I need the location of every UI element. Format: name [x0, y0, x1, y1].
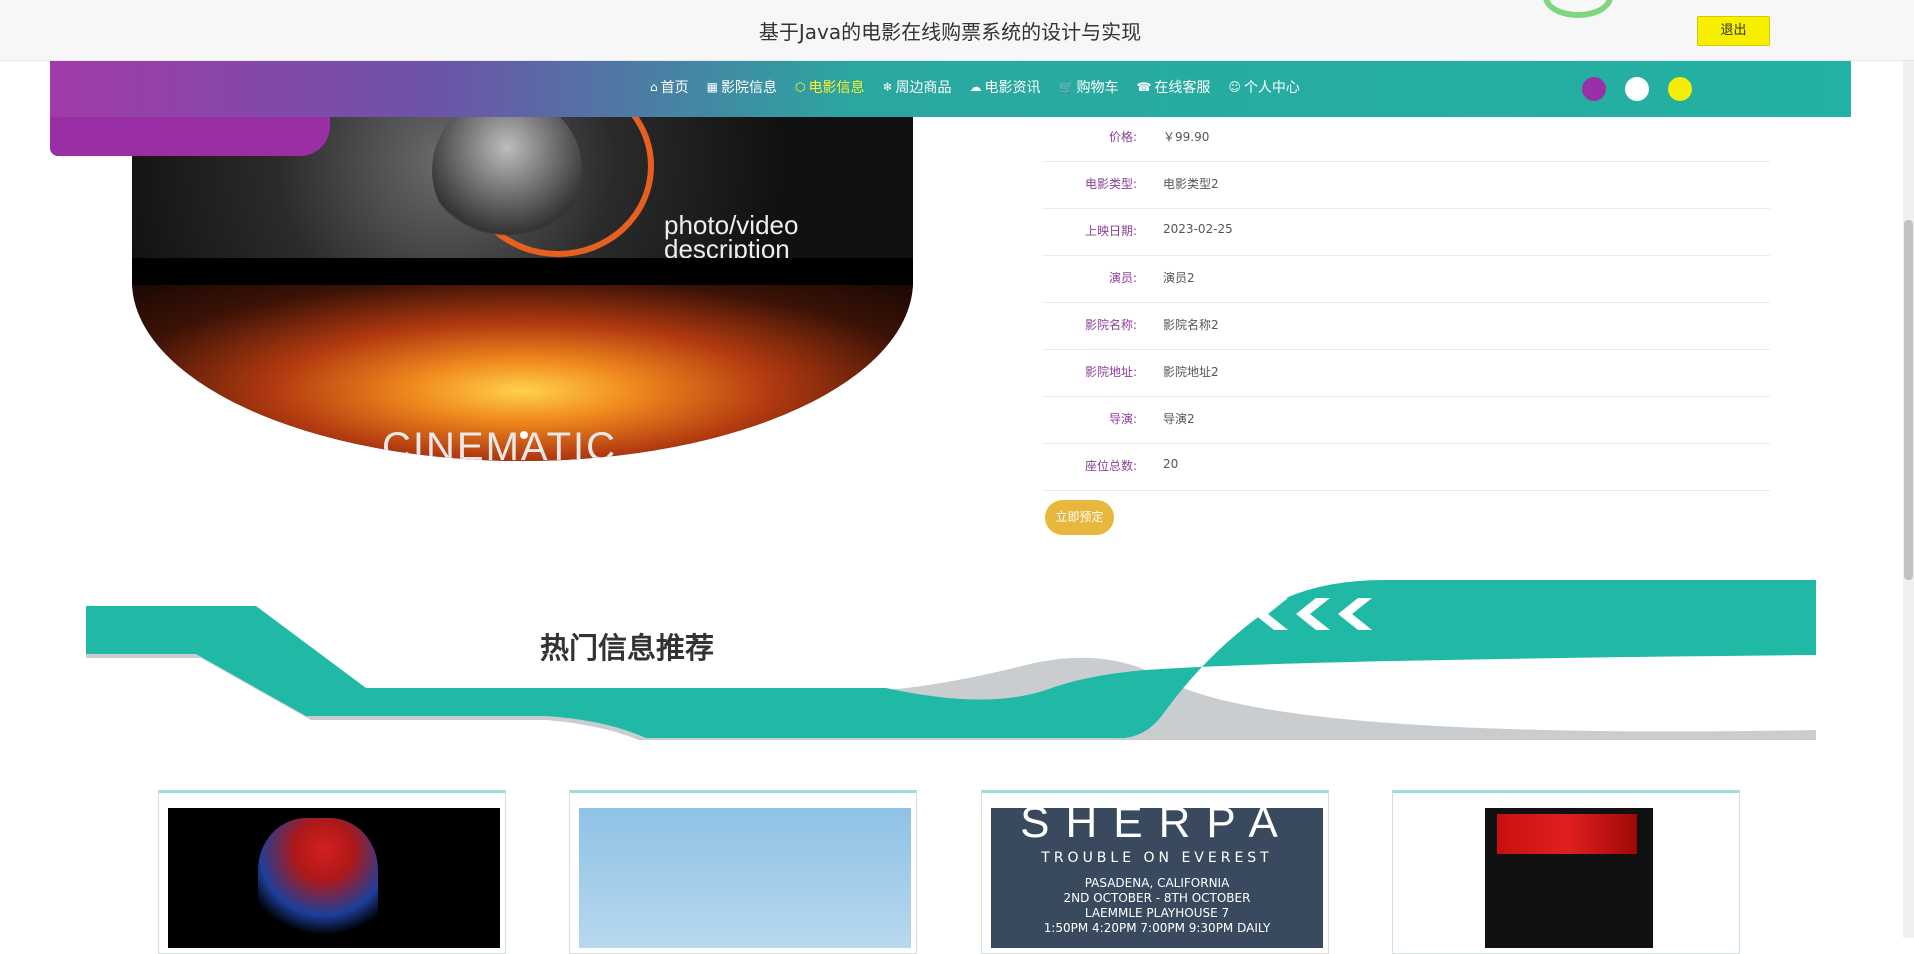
- nav-item-label: 影院信息: [720, 80, 777, 96]
- detail-label: 影院名称:: [1084, 318, 1137, 332]
- recommend-card[interactable]: [569, 790, 917, 954]
- detail-value: 2023-02-25: [1163, 222, 1233, 236]
- spider-figure: [258, 818, 378, 948]
- chevron-left-icon: [1338, 598, 1372, 630]
- detail-row: 上映日期: 2023-02-25: [1042, 209, 1770, 256]
- box-icon: ⬡: [794, 80, 806, 94]
- poster-line: LAEMMLE PLAYHOUSE 7: [1084, 906, 1230, 920]
- hero-fire-word: CINEMATIC: [382, 425, 618, 461]
- grid-icon: ▦: [706, 80, 718, 94]
- hero-caption: photo/video description: [664, 212, 798, 262]
- sherpa-poster: SHERPA TROUBLE ON EVEREST PASADENA, CALI…: [991, 808, 1323, 948]
- detail-value: 影院名称2: [1163, 318, 1219, 332]
- theme-color-yellow[interactable]: [1668, 77, 1692, 101]
- support-icon: ☎: [1136, 80, 1152, 94]
- detail-row: 座位总数: 20: [1042, 444, 1770, 491]
- sky-poster: [579, 808, 911, 948]
- scrollbar-thumb[interactable]: [1904, 220, 1913, 580]
- nav-item-user-center[interactable]: ☺ 个人中心: [1228, 77, 1300, 97]
- poster-line: PASADENA, CALIFORNIA: [1084, 876, 1230, 890]
- nav-item-label: 个人中心: [1243, 80, 1300, 96]
- nav-item-movie-info[interactable]: ⬡ 电影信息: [795, 77, 864, 97]
- nav-item-label: 在线客服: [1154, 80, 1211, 96]
- detail-row: 影院地址: 影院地址2: [1042, 350, 1770, 397]
- detail-row: 导演: 导演2: [1042, 397, 1770, 444]
- detail-row: 演员: 演员2: [1042, 256, 1770, 303]
- detail-label: 座位总数:: [1084, 459, 1137, 473]
- recommend-banner: [86, 580, 1816, 740]
- detail-label: 导演:: [1108, 412, 1137, 426]
- recommend-card[interactable]: SHERPA TROUBLE ON EVEREST PASADENA, CALI…: [981, 790, 1329, 954]
- detail-value: 电影类型2: [1163, 177, 1219, 191]
- detail-value: 演员2: [1163, 271, 1195, 285]
- detail-row: 电影类型: 电影类型2: [1042, 162, 1770, 209]
- snowflake-icon: ❄: [882, 80, 893, 94]
- detail-value: ￥99.90: [1163, 130, 1210, 144]
- detail-label: 影院地址:: [1084, 365, 1137, 379]
- nav-item-cart[interactable]: 🛒 购物车: [1059, 77, 1119, 97]
- chinese-poster-art: [1485, 808, 1653, 948]
- hero-band: [132, 258, 913, 285]
- spider-poster: [168, 808, 500, 948]
- nav-item-label: 周边商品: [895, 80, 952, 96]
- home-icon: ⌂: [650, 80, 658, 94]
- chat-icon: ☁: [969, 80, 982, 94]
- recommend-title: 热门信息推荐: [540, 631, 715, 665]
- nav-item-label: 首页: [660, 80, 689, 96]
- logout-button[interactable]: 退出: [1697, 16, 1770, 46]
- main-navbar: ⌂ 首页 ▦ 影院信息 ⬡ 电影信息 ❄ 周边商品 ☁ 电影资讯 🛒 购物车 ☎…: [50, 60, 1851, 117]
- poster-lines: PASADENA, CALIFORNIA 2ND OCTOBER - 8TH O…: [991, 876, 1323, 936]
- poster-subtitle: TROUBLE ON EVEREST: [1041, 850, 1273, 866]
- nav-item-label: 购物车: [1076, 80, 1119, 96]
- detail-value: 影院地址2: [1163, 365, 1219, 379]
- detail-label: 演员:: [1108, 271, 1137, 285]
- nav-item-merchandise[interactable]: ❄ 周边商品: [882, 77, 951, 97]
- chevron-left-icon: [1254, 598, 1288, 630]
- nav-item-home[interactable]: ⌂ 首页: [650, 77, 689, 97]
- nav-item-online-service[interactable]: ☎ 在线客服: [1136, 77, 1210, 97]
- nav-item-cinema-info[interactable]: ▦ 影院信息: [707, 77, 777, 97]
- nav-menu: ⌂ 首页 ▦ 影院信息 ⬡ 电影信息 ❄ 周边商品 ☁ 电影资讯 🛒 购物车 ☎…: [650, 77, 1318, 97]
- site-title: 基于Java的电影在线购票系统的设计与实现: [758, 20, 1142, 44]
- movie-detail-list: 价格: ￥99.90 电影类型: 电影类型2 上映日期: 2023-02-25 …: [1042, 115, 1770, 491]
- detail-label: 电影类型:: [1084, 177, 1137, 191]
- cart-icon: 🛒: [1058, 80, 1074, 94]
- detail-row: 影院名称: 影院名称2: [1042, 303, 1770, 350]
- nav-item-movie-news[interactable]: ☁ 电影资讯: [970, 77, 1041, 97]
- detail-label: 价格:: [1108, 130, 1137, 144]
- recommend-card[interactable]: [158, 790, 506, 954]
- theme-color-purple[interactable]: [1582, 77, 1606, 101]
- nav-item-label: 电影资讯: [984, 80, 1041, 96]
- detail-row: 价格: ￥99.90: [1042, 115, 1770, 162]
- chinese-poster: [1402, 808, 1734, 948]
- detail-value: 导演2: [1163, 412, 1195, 426]
- user-icon: ☺: [1228, 80, 1241, 94]
- hero-face: [432, 95, 582, 245]
- top-bar: 基于Java的电影在线购票系统的设计与实现 退出: [0, 0, 1914, 61]
- chevron-group: [1252, 598, 1372, 630]
- banner-teal: [86, 580, 1816, 739]
- detail-label: 上映日期:: [1084, 224, 1137, 238]
- theme-color-white[interactable]: [1625, 77, 1649, 101]
- nav-item-label: 电影信息: [808, 80, 865, 96]
- book-now-button[interactable]: 立即预定: [1045, 500, 1114, 535]
- poster-line: 2ND OCTOBER - 8TH OCTOBER: [1063, 891, 1251, 905]
- chinese-poster-title-art: [1497, 814, 1637, 854]
- recommend-card[interactable]: [1392, 790, 1740, 954]
- carousel-dot[interactable]: [520, 431, 528, 439]
- chevron-left-icon: [1296, 598, 1330, 630]
- poster-title: SHERPA: [1020, 808, 1294, 847]
- detail-value: 20: [1163, 457, 1179, 471]
- poster-line: 1:50PM 4:20PM 7:00PM 9:30PM DAILY: [1043, 921, 1271, 935]
